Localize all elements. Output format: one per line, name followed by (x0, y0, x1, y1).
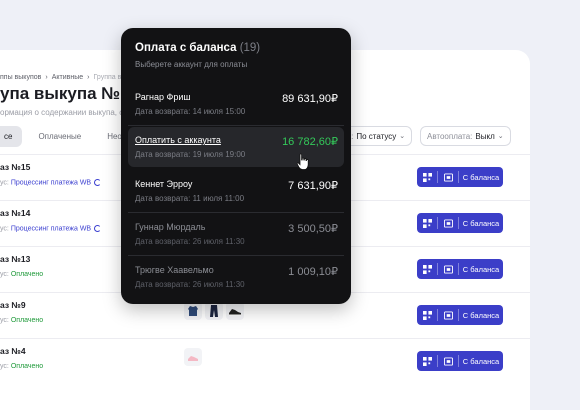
order-name: аз №15 (0, 162, 31, 172)
popup-count: (19) (239, 42, 261, 54)
account-balance: 3 500,50₽ (288, 223, 338, 235)
pay-from-balance-button[interactable]: С баланса (459, 219, 503, 228)
product-thumbnails (184, 302, 244, 320)
order-name: аз №9 (0, 300, 26, 310)
pay-from-balance-button[interactable]: С баланса (459, 357, 503, 366)
pay-from-balance-button[interactable]: С баланса (459, 265, 503, 274)
product-thumbnails (184, 348, 202, 366)
account-return-date: Дата возврата: 11 июля 11:00 (135, 194, 245, 203)
autopay-select[interactable]: Автооплата: Выкл ⌄ (420, 126, 511, 146)
account-return-date: Дата возврата: 14 июля 15:00 (135, 107, 246, 116)
status-badge: Процессинг платежа WB (10, 225, 92, 233)
shoe-icon[interactable] (184, 348, 202, 366)
account-option-hovered[interactable]: Оплатить с аккаунта Дата возврата: 19 ию… (128, 127, 344, 167)
row-actions: С баланса (417, 351, 503, 371)
account-option-disabled: Трюгве Хаавельмо Дата возврата: 26 июля … (128, 257, 344, 297)
qr-code-icon[interactable] (417, 259, 437, 279)
qr-code-icon[interactable] (417, 305, 437, 325)
status-badge: Процессинг платежа WB (10, 179, 92, 187)
qr-code-icon[interactable] (417, 167, 437, 187)
order-status: ус: Оплачено (0, 363, 44, 370)
sort-value: По статусу (356, 131, 397, 141)
tab-all[interactable]: се (0, 126, 23, 147)
status-badge: Оплачено (10, 271, 44, 278)
card-qr-icon[interactable] (438, 351, 458, 371)
page-title: упа выкупа №15 (0, 84, 140, 103)
account-balance: 7 631,90₽ (288, 180, 338, 192)
account-option-disabled: Гуннар Мюрдаль Дата возврата: 26 июля 11… (128, 214, 344, 254)
row-actions: С баланса (417, 167, 503, 187)
order-name: аз №4 (0, 346, 26, 356)
order-status: ус: Процессинг платежа WB (0, 179, 102, 187)
table-row[interactable]: аз №4 ус: Оплачено С баланса (0, 338, 530, 385)
popup-title: Оплата с баланса (19) (135, 42, 261, 54)
autopay-value: Выкл (475, 131, 495, 141)
status-badge: Оплачено (10, 363, 44, 370)
balance-payment-popup: Оплата с баланса (19) Выберете аккаунт д… (121, 28, 351, 304)
order-status: ус: Процессинг платежа WB (0, 225, 102, 233)
account-return-date: Дата возврата: 19 июля 19:00 (135, 150, 246, 159)
account-name: Гуннар Мюрдаль (135, 222, 206, 232)
hand-cursor-icon (296, 153, 309, 170)
chevron-down-icon: ⌄ (399, 133, 406, 140)
order-name: аз №14 (0, 208, 31, 218)
order-status: ус: Оплачено (0, 317, 44, 324)
account-option[interactable]: Кеннет Эрроу Дата возврата: 11 июля 11:0… (128, 171, 344, 211)
tab-paid[interactable]: Оплаченые (28, 126, 91, 147)
pay-from-balance-button[interactable]: С баланса (459, 311, 503, 320)
chevron-down-icon: ⌄ (497, 133, 504, 140)
sneaker-icon[interactable] (226, 302, 244, 320)
autopay-label: Автооплата: (427, 131, 473, 141)
account-name: Кеннет Эрроу (135, 179, 193, 189)
status-badge: Оплачено (10, 317, 44, 324)
spinner-icon (94, 179, 102, 186)
qr-code-icon[interactable] (417, 213, 437, 233)
breadcrumb: ппы выкупов › Активные › Группа выкуп (0, 74, 137, 81)
page-subtitle: ормация о содержании выкупа, ст (0, 108, 127, 117)
account-balance: 16 782,60₽ (282, 136, 338, 148)
row-actions: С баланса (417, 213, 503, 233)
card-qr-icon[interactable] (438, 259, 458, 279)
qr-code-icon[interactable] (417, 351, 437, 371)
breadcrumb-groups[interactable]: ппы выкупов (0, 74, 41, 81)
trousers-icon[interactable] (205, 302, 223, 320)
pay-from-account-link[interactable]: Оплатить с аккаунта (135, 135, 221, 145)
breadcrumb-active[interactable]: Активные (52, 74, 83, 81)
row-actions: С баланса (417, 259, 503, 279)
account-option[interactable]: Рагнар Фриш Дата возврата: 14 июля 15:00… (128, 84, 344, 124)
spinner-icon (94, 225, 102, 232)
card-qr-icon[interactable] (438, 167, 458, 187)
order-name: аз №13 (0, 254, 31, 264)
account-return-date: Дата возврата: 26 июля 11:30 (135, 280, 245, 289)
order-status: ус: Оплачено (0, 271, 44, 278)
popup-subtitle: Выберете аккаунт для оплаты (135, 60, 248, 69)
account-return-date: Дата возврата: 26 июля 11:30 (135, 237, 245, 246)
account-name: Трюгве Хаавельмо (135, 265, 214, 275)
account-balance: 89 631,90₽ (282, 93, 338, 105)
card-qr-icon[interactable] (438, 213, 458, 233)
pay-from-balance-button[interactable]: С баланса (459, 173, 503, 182)
jacket-icon[interactable] (184, 302, 202, 320)
card-qr-icon[interactable] (438, 305, 458, 325)
account-balance: 1 009,10₽ (288, 266, 338, 278)
account-name: Рагнар Фриш (135, 92, 191, 102)
row-actions: С баланса (417, 305, 503, 325)
